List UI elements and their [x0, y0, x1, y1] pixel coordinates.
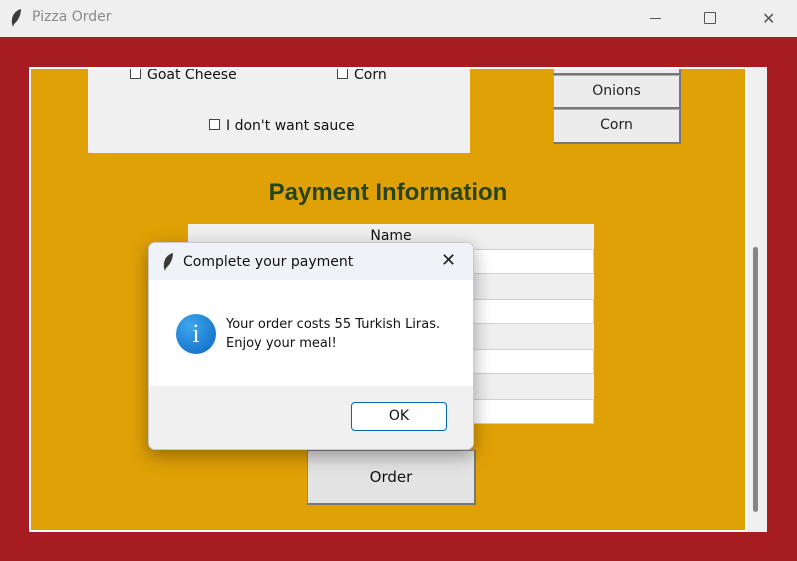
window-close-button[interactable]: ✕	[745, 0, 791, 37]
window-titlebar: Pizza Order ✕	[0, 0, 797, 37]
ok-button[interactable]: OK	[351, 402, 447, 431]
feather-icon	[163, 253, 173, 271]
onions-button[interactable]: Onions	[553, 75, 681, 109]
feather-icon	[11, 9, 21, 27]
minimize-icon[interactable]	[632, 0, 678, 37]
checkbox-no-sauce[interactable]: I don't want sauce	[209, 118, 355, 134]
order-button[interactable]: Order	[307, 450, 476, 505]
dialog-footer: OK	[149, 386, 473, 449]
close-icon: ✕	[762, 9, 776, 28]
checkbox-label: I don't want sauce	[226, 118, 355, 134]
checkbox-box[interactable]	[337, 69, 348, 79]
checkbox-corn[interactable]: Corn	[337, 69, 387, 83]
dialog-close-icon[interactable]: ✕	[441, 250, 456, 271]
checkbox-box[interactable]	[209, 119, 220, 130]
scrollbar-thumb[interactable]	[753, 247, 758, 512]
checkbox-label: Goat Cheese	[147, 69, 237, 83]
dialog-message: Your order costs 55 Turkish Liras. Enjoy…	[226, 315, 440, 353]
vertical-scrollbar[interactable]	[747, 67, 767, 532]
checkbox-label: Corn	[354, 69, 387, 83]
toppings-panel: Goat Cheese Corn I don't want sauce	[88, 69, 470, 153]
payment-title: Payment Information	[268, 179, 508, 206]
window-title: Pizza Order	[32, 9, 112, 25]
dialog-message-line: Enjoy your meal!	[226, 336, 337, 351]
payment-dialog: Complete your payment ✕ i Your order cos…	[148, 242, 474, 450]
maximize-icon[interactable]	[686, 0, 732, 37]
info-icon: i	[176, 314, 216, 354]
checkbox-box[interactable]	[130, 69, 141, 79]
dialog-titlebar: Complete your payment ✕	[149, 243, 473, 280]
dialog-title: Complete your payment	[183, 254, 354, 270]
dialog-message-line: Your order costs 55 Turkish Liras.	[226, 317, 441, 332]
checkbox-goat-cheese[interactable]: Goat Cheese	[130, 69, 237, 83]
corn-button[interactable]: Corn	[553, 109, 681, 144]
